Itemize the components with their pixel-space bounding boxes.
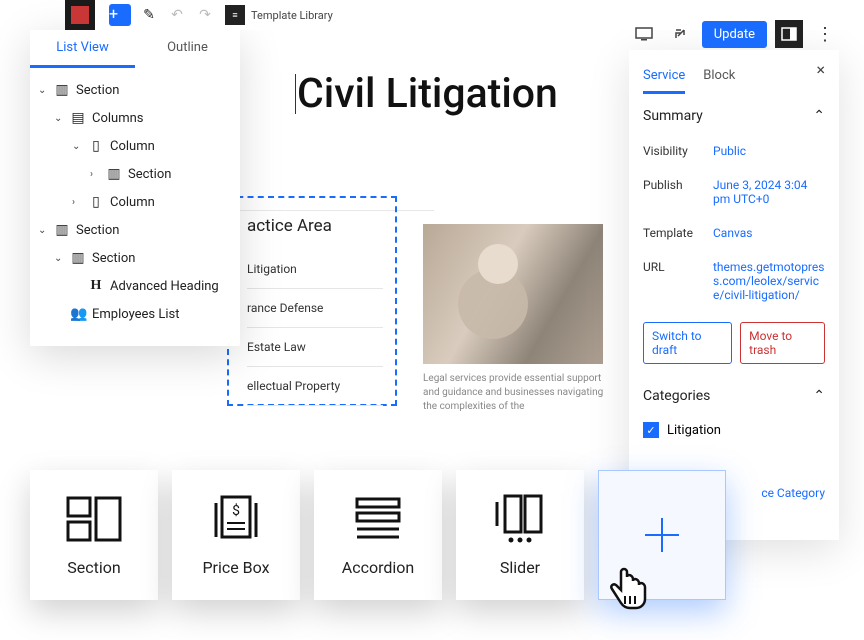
- chevron-down-icon: ⌄: [38, 225, 48, 236]
- url-label: URL: [643, 260, 713, 302]
- plus-icon: [632, 510, 692, 560]
- close-icon[interactable]: ×: [816, 60, 825, 94]
- summary-section-header[interactable]: Summary⌃: [643, 94, 825, 134]
- categories-section-header[interactable]: Categories⌃: [643, 374, 825, 414]
- column-icon: ▯: [88, 194, 104, 210]
- tree-section[interactable]: ⌄▥Section: [36, 76, 234, 104]
- url-value[interactable]: themes.getmotopress.com/leolex/service/c…: [713, 260, 825, 302]
- more-options-icon[interactable]: ⋮: [811, 20, 839, 48]
- checkbox-checked-icon[interactable]: ✓: [643, 422, 659, 438]
- chevron-right-icon: ›: [72, 197, 82, 208]
- tree-advanced-heading[interactable]: HAdvanced Heading: [36, 272, 234, 300]
- heading-icon: H: [88, 278, 104, 294]
- tree-section-2[interactable]: ⌄▥Section: [36, 216, 234, 244]
- block-card-pricebox[interactable]: $ Price Box: [172, 470, 300, 600]
- cursor-hand-icon: [605, 566, 649, 616]
- tab-list-view[interactable]: List View: [30, 30, 135, 68]
- template-library-icon[interactable]: ≡: [225, 5, 245, 25]
- list-item[interactable]: rance Defense: [247, 289, 383, 328]
- update-button[interactable]: Update: [702, 21, 767, 48]
- tab-service[interactable]: Service: [643, 60, 685, 94]
- publish-label: Publish: [643, 178, 713, 206]
- visibility-label: Visibility: [643, 144, 713, 158]
- template-library-label[interactable]: Template Library: [251, 9, 333, 22]
- edit-icon[interactable]: ✎: [135, 1, 163, 29]
- block-heading: actice Area: [247, 216, 383, 236]
- block-card-section[interactable]: Section: [30, 470, 158, 600]
- tree-columns[interactable]: ⌄▤Columns: [36, 104, 234, 132]
- tree-employees-list[interactable]: 👥Employees List: [36, 300, 234, 328]
- columns-icon: ▤: [70, 110, 86, 126]
- add-block-button[interactable]: +: [109, 4, 131, 26]
- chevron-right-icon: ›: [90, 169, 100, 180]
- content-image: [423, 224, 603, 364]
- accordion-icon: [348, 494, 408, 544]
- tab-outline[interactable]: Outline: [135, 30, 240, 68]
- app-logo[interactable]: [65, 0, 95, 30]
- list-item[interactable]: Estate Law: [247, 328, 383, 367]
- template-label: Template: [643, 226, 713, 240]
- block-card-slider[interactable]: Slider: [456, 470, 584, 600]
- tree-section-nested[interactable]: ›▥Section: [36, 160, 234, 188]
- section-icon: ▥: [106, 166, 122, 182]
- section-icon: ▥: [54, 222, 70, 238]
- publish-value[interactable]: June 3, 2024 3:04 pm UTC+0: [713, 178, 825, 206]
- device-preview-icon[interactable]: [630, 20, 658, 48]
- tree-section-3[interactable]: ⌄▥Section: [36, 244, 234, 272]
- tree-column[interactable]: ⌄▯Column: [36, 132, 234, 160]
- switch-to-draft-button[interactable]: Switch to draft: [643, 322, 732, 364]
- external-link-icon[interactable]: [666, 20, 694, 48]
- undo-icon[interactable]: ↶: [163, 1, 191, 29]
- chevron-up-icon: ⌃: [813, 388, 825, 404]
- chevron-down-icon: ⌄: [54, 253, 64, 264]
- list-item[interactable]: Litigation: [247, 250, 383, 289]
- chevron-down-icon: ⌄: [38, 85, 48, 96]
- section-icon: [64, 494, 124, 544]
- settings-sidebar: Service Block × Summary⌃ VisibilityPubli…: [629, 50, 839, 540]
- list-item[interactable]: ellectual Property: [247, 367, 383, 406]
- category-checkbox-row[interactable]: ✓Litigation: [643, 414, 825, 446]
- pricebox-icon: $: [206, 494, 266, 544]
- page-title[interactable]: Civil Litigation: [297, 70, 558, 118]
- list-view-panel: List View Outline ⌄▥Section ⌄▤Columns ⌄▯…: [30, 30, 240, 346]
- redo-icon[interactable]: ↷: [191, 1, 219, 29]
- selected-block[interactable]: actice Area Litigation rance Defense Est…: [227, 196, 397, 406]
- tree-column-2[interactable]: ›▯Column: [36, 188, 234, 216]
- column-icon: ▯: [88, 138, 104, 154]
- slider-icon: [490, 494, 550, 544]
- move-to-trash-button[interactable]: Move to trash: [740, 322, 825, 364]
- tab-block[interactable]: Block: [703, 60, 735, 94]
- top-right-actions: Update ⋮: [630, 20, 839, 48]
- section-icon: ▥: [54, 82, 70, 98]
- sidebar-toggle-icon[interactable]: [775, 20, 803, 48]
- block-card-accordion[interactable]: Accordion: [314, 470, 442, 600]
- chevron-up-icon: ⌃: [813, 108, 825, 124]
- template-value[interactable]: Canvas: [713, 226, 825, 240]
- employees-icon: 👥: [70, 306, 86, 322]
- image-caption: Legal services provide essential support…: [423, 372, 613, 414]
- svg-text:$: $: [232, 502, 240, 519]
- visibility-value[interactable]: Public: [713, 144, 825, 158]
- chevron-down-icon: ⌄: [54, 113, 64, 124]
- section-icon: ▥: [70, 250, 86, 266]
- chevron-down-icon: ⌄: [72, 141, 82, 152]
